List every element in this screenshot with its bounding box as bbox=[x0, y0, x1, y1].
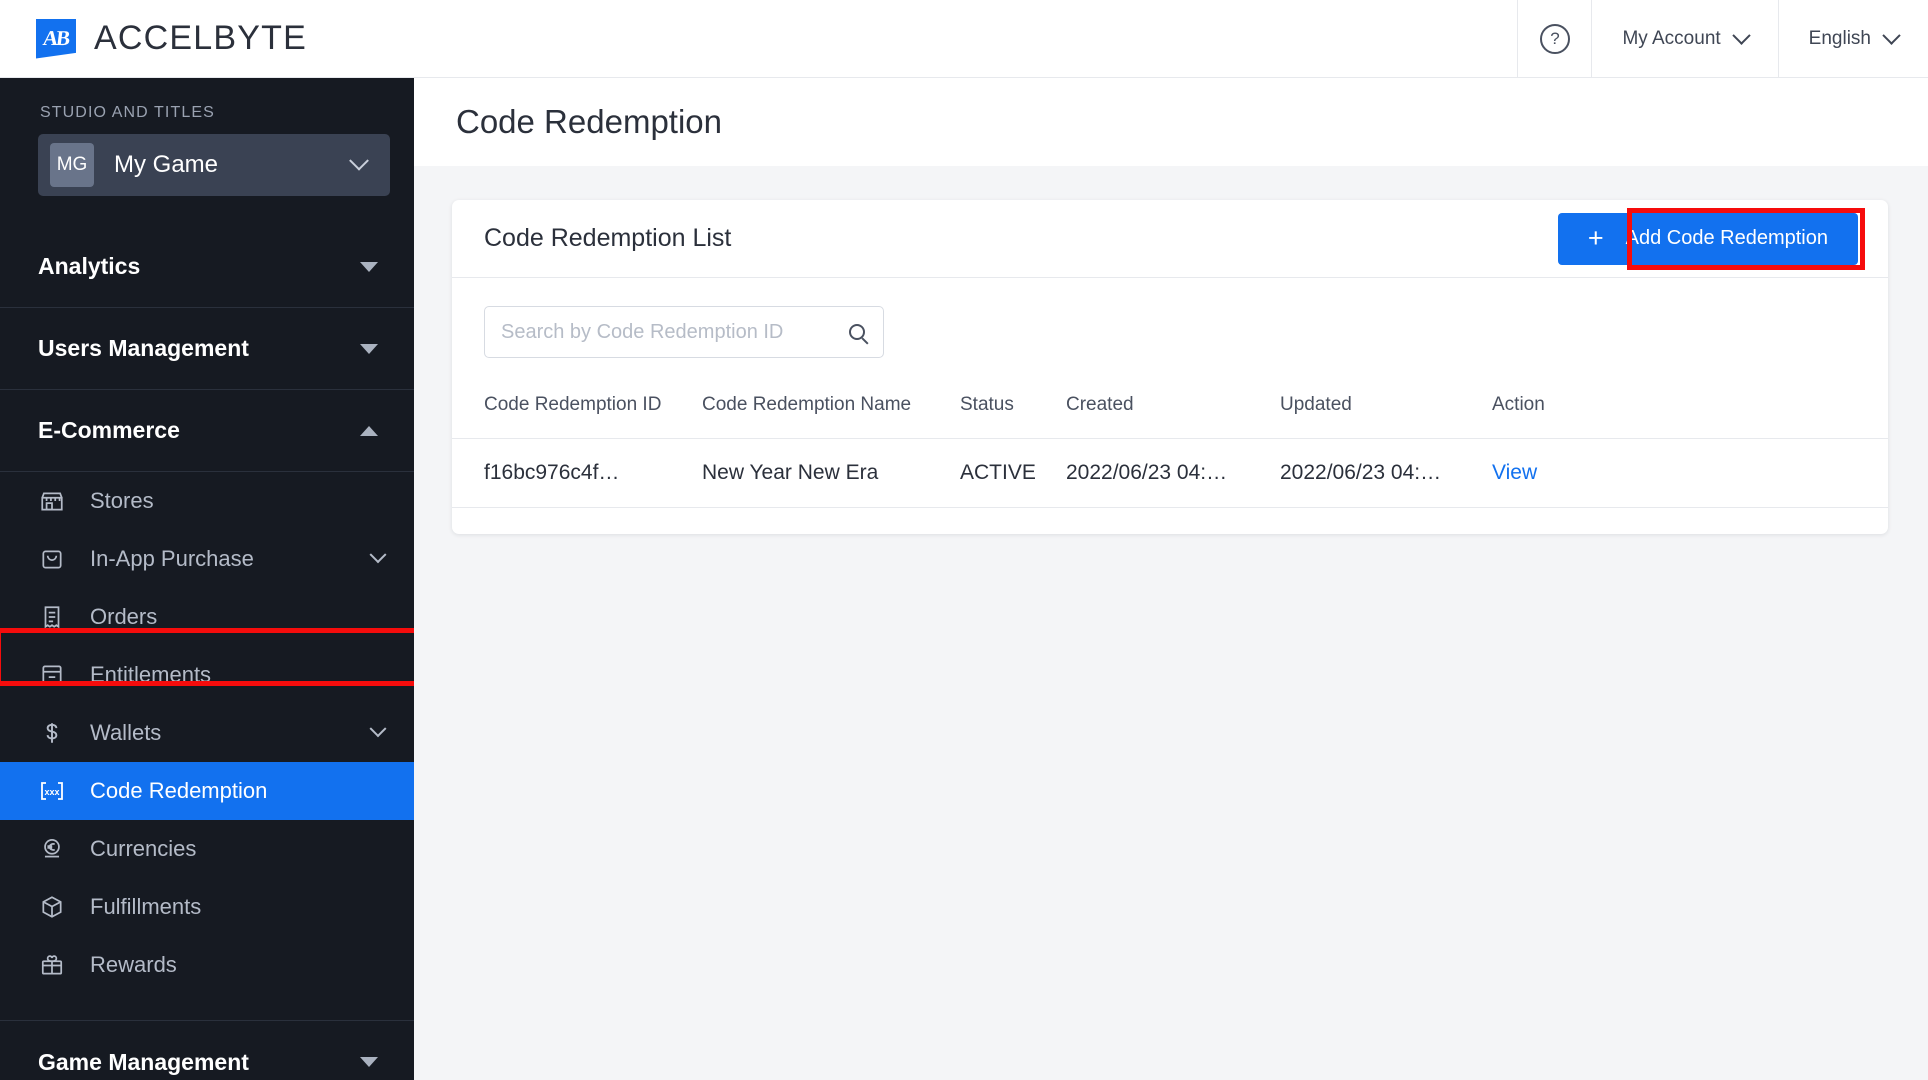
help-button[interactable]: ? bbox=[1517, 0, 1591, 78]
search-input[interactable] bbox=[501, 320, 849, 344]
language-label: English bbox=[1808, 27, 1871, 49]
sidebar-item-currencies[interactable]: Currencies bbox=[0, 820, 414, 878]
view-link[interactable]: View bbox=[1492, 461, 1537, 484]
page-title: Code Redemption bbox=[456, 103, 722, 140]
sidebar-item-stores[interactable]: Stores bbox=[0, 472, 414, 530]
sidebar-section-users-management[interactable]: Users Management bbox=[0, 308, 414, 390]
my-account-label: My Account bbox=[1622, 27, 1721, 49]
caret-down-icon bbox=[360, 261, 378, 272]
sidebar-item-rewards[interactable]: Rewards bbox=[0, 936, 414, 994]
code-redemption-list-card: Code Redemption List + Add Code Redempti… bbox=[452, 200, 1888, 534]
sidebar-item-label: Stores bbox=[90, 488, 154, 513]
sidebar-section-label: E-Commerce bbox=[38, 417, 180, 443]
sidebar-item-code-redemption[interactable]: xxx Code Redemption bbox=[0, 762, 414, 820]
table-row[interactable]: f16bc976c4f… New Year New Era ACTIVE 202… bbox=[452, 438, 1888, 508]
search-box[interactable] bbox=[484, 306, 884, 358]
accelbyte-logo-icon: AB bbox=[36, 18, 76, 59]
brand-name: ACCELBYTE bbox=[94, 19, 307, 57]
card-footer bbox=[452, 508, 1888, 534]
card-header: Code Redemption List + Add Code Redempti… bbox=[452, 200, 1888, 278]
game-avatar: MG bbox=[50, 143, 94, 187]
sidebar-item-label: Orders bbox=[90, 604, 158, 629]
sidebar-item-orders[interactable]: Orders bbox=[0, 588, 414, 646]
magnifier-icon[interactable] bbox=[849, 324, 865, 340]
language-dropdown[interactable]: English bbox=[1777, 0, 1928, 78]
dollar-icon bbox=[36, 717, 68, 749]
plus-icon: + bbox=[1587, 223, 1604, 253]
status-badge: ACTIVE bbox=[960, 461, 1036, 484]
sidebar-section-game-management[interactable]: Game Management bbox=[0, 1021, 414, 1080]
sidebar-section-analytics[interactable]: Analytics bbox=[0, 226, 414, 308]
cell-action: View bbox=[1492, 439, 1888, 508]
column-header-updated[interactable]: Updated bbox=[1280, 388, 1492, 439]
receipt-icon bbox=[36, 601, 68, 633]
cell-created: 2022/06/23 04:… bbox=[1066, 461, 1228, 484]
sidebar-item-fulfillments[interactable]: Fulfillments bbox=[0, 878, 414, 936]
sidebar-item-label: Code Redemption bbox=[90, 778, 268, 803]
sidebar-item-in-app-purchase[interactable]: In-App Purchase bbox=[0, 530, 414, 588]
caret-up-icon bbox=[360, 425, 378, 436]
game-selector-label: My Game bbox=[114, 151, 219, 178]
chevron-down-icon bbox=[1882, 26, 1901, 45]
sidebar-section-e-commerce[interactable]: E-Commerce bbox=[0, 390, 414, 472]
sidebar: STUDIO AND TITLES MG My Game Analytics U… bbox=[0, 78, 414, 1080]
chevron-down-icon bbox=[369, 720, 387, 738]
chevron-down-icon bbox=[369, 546, 387, 564]
header-actions: ? My Account English bbox=[1517, 0, 1928, 78]
card-title: Code Redemption List bbox=[484, 224, 732, 252]
sidebar-item-label: Fulfillments bbox=[90, 894, 202, 919]
game-selector[interactable]: MG My Game bbox=[38, 134, 390, 196]
column-header-action: Action bbox=[1492, 394, 1545, 415]
caret-down-icon bbox=[360, 1057, 378, 1067]
page-header: Code Redemption bbox=[414, 78, 1928, 166]
code-redemption-table: Code Redemption ID Code Redemption Name … bbox=[452, 388, 1888, 508]
logo-badge-text: AB bbox=[41, 26, 71, 50]
add-code-redemption-button[interactable]: + Add Code Redemption bbox=[1557, 212, 1858, 265]
sidebar-section-label: Analytics bbox=[38, 253, 141, 279]
add-button-label: Add Code Redemption bbox=[1625, 227, 1828, 249]
euro-coin-icon bbox=[36, 833, 68, 865]
store-icon bbox=[36, 485, 68, 517]
sidebar-item-label: Currencies bbox=[90, 836, 197, 861]
sidebar-item-wallets[interactable]: Wallets bbox=[0, 704, 414, 762]
chevron-down-icon bbox=[1731, 26, 1751, 45]
sidebar-item-label: Rewards bbox=[90, 952, 177, 977]
sidebar-section-label: Game Management bbox=[38, 1048, 249, 1075]
search-area bbox=[452, 278, 1888, 388]
cell-updated: 2022/06/23 04:… bbox=[1280, 461, 1442, 484]
studio-and-titles-label: STUDIO AND TITLES bbox=[40, 104, 215, 121]
chevron-down-icon bbox=[349, 150, 369, 171]
sidebar-item-entitlements[interactable]: Entitlements bbox=[0, 646, 414, 704]
sidebar-item-label: In-App Purchase bbox=[90, 546, 254, 571]
cell-code-redemption-name: New Year New Era bbox=[702, 461, 879, 484]
app-header: AB ACCELBYTE ? My Account English bbox=[0, 0, 1928, 78]
column-header-status[interactable]: Status bbox=[960, 388, 1066, 439]
main-content: Code Redemption Code Redemption List + A… bbox=[414, 78, 1928, 1080]
shopping-bag-icon bbox=[36, 543, 68, 575]
column-header-created[interactable]: Created bbox=[1066, 388, 1280, 439]
column-header-code-redemption-id[interactable]: Code Redemption ID bbox=[452, 388, 702, 439]
sidebar-item-label: Wallets bbox=[90, 720, 162, 745]
package-box-icon bbox=[36, 891, 68, 923]
table-header-row: Code Redemption ID Code Redemption Name … bbox=[452, 388, 1888, 439]
column-header-code-redemption-name[interactable]: Code Redemption Name bbox=[702, 388, 960, 439]
my-account-dropdown[interactable]: My Account bbox=[1591, 0, 1777, 78]
brand-logo[interactable]: AB ACCELBYTE bbox=[0, 18, 307, 59]
sidebar-item-label: Entitlements bbox=[90, 662, 212, 687]
sidebar-section-label: Users Management bbox=[38, 335, 249, 361]
gift-icon bbox=[36, 949, 68, 981]
cell-code-redemption-id: f16bc976c4f… bbox=[484, 461, 620, 484]
caret-down-icon bbox=[360, 343, 378, 354]
code-brackets-icon: xxx bbox=[36, 775, 68, 807]
help-circle-icon: ? bbox=[1539, 23, 1570, 54]
svg-text:xxx: xxx bbox=[44, 787, 59, 797]
archive-box-icon bbox=[36, 659, 68, 691]
